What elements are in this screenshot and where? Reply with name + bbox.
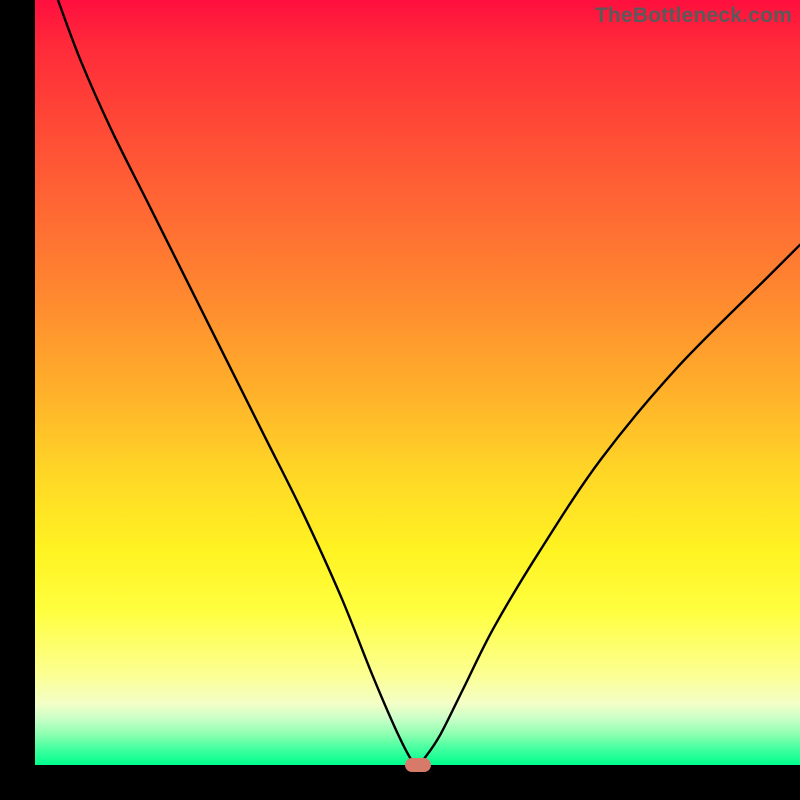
chart-frame: TheBottleneck.com	[0, 0, 800, 800]
bottleneck-curve	[35, 0, 800, 765]
watermark-text: TheBottleneck.com	[595, 4, 792, 28]
optimum-marker	[405, 758, 431, 772]
plot-area: TheBottleneck.com	[35, 0, 800, 765]
